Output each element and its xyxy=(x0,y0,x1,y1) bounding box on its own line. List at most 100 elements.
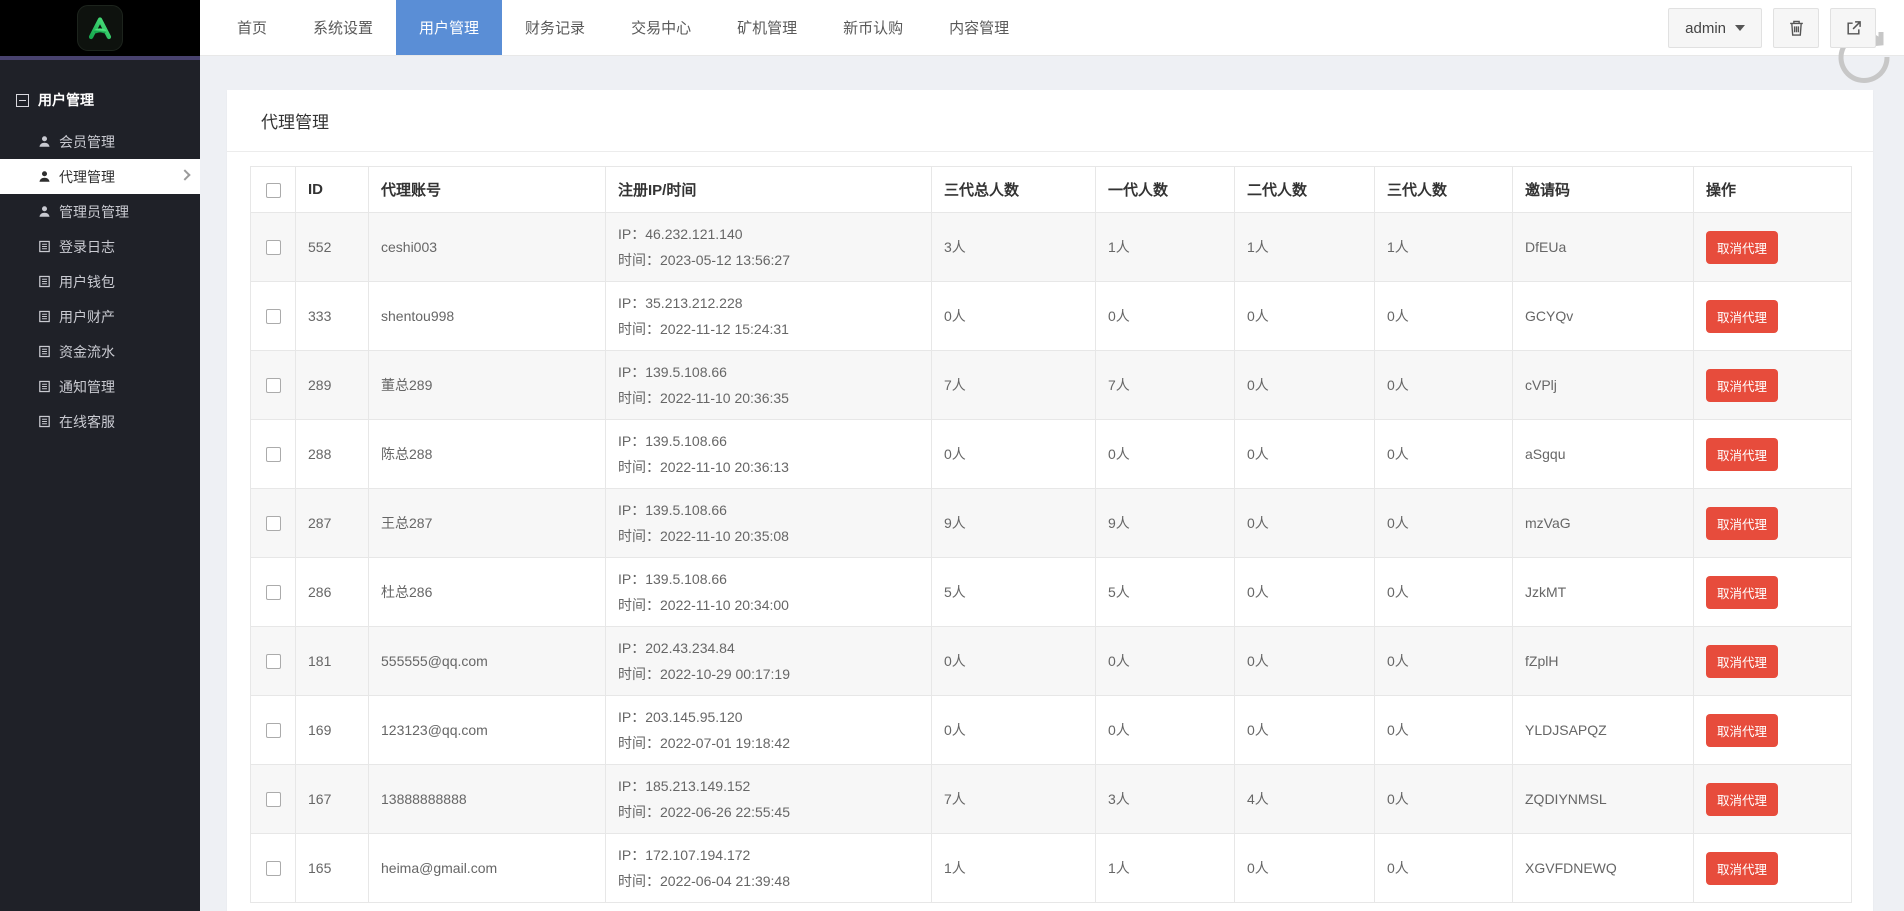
ip-line: IP：35.213.212.228 xyxy=(618,290,919,316)
cell-gen2: 0人 xyxy=(1235,558,1375,627)
row-select-cell xyxy=(251,489,296,558)
cell-ip-time: IP：139.5.108.66时间：2022-11-10 20:34:00 xyxy=(606,558,932,627)
sidebar-item-label: 管理员管理 xyxy=(59,202,129,222)
cell-gen2: 0人 xyxy=(1235,282,1375,351)
cell-account: 董总289 xyxy=(369,351,606,420)
chevron-right-icon xyxy=(179,169,190,180)
row-checkbox[interactable] xyxy=(266,861,281,876)
cell-gen2: 1人 xyxy=(1235,213,1375,282)
cell-id: 288 xyxy=(296,420,369,489)
topbar: 首页系统设置用户管理财务记录交易中心矿机管理新币认购内容管理 admin xyxy=(0,0,1904,56)
row-checkbox[interactable] xyxy=(266,447,281,462)
nav-tab-3[interactable]: 财务记录 xyxy=(502,0,608,55)
table-row: 289董总289IP：139.5.108.66时间：2022-11-10 20:… xyxy=(251,351,1852,420)
document-icon xyxy=(38,275,51,288)
cell-gen-total: 5人 xyxy=(932,558,1096,627)
row-select-cell xyxy=(251,696,296,765)
cell-id: 333 xyxy=(296,282,369,351)
row-checkbox[interactable] xyxy=(266,792,281,807)
table-row: 165heima@gmail.comIP：172.107.194.172时间：2… xyxy=(251,834,1852,903)
nav-tab-2[interactable]: 用户管理 xyxy=(396,0,502,55)
main-content: 代理管理 ID代理账号注册IP/时间三代总人数一代人数二代人数三代人数邀请码操作… xyxy=(200,56,1904,911)
row-checkbox[interactable] xyxy=(266,723,281,738)
sidebar-item-8[interactable]: 在线客服 xyxy=(0,404,200,439)
pagination-summary: 10 条记录 1/1 页 xyxy=(227,903,1873,911)
collapse-icon xyxy=(16,94,29,107)
ip-line: IP：185.213.149.152 xyxy=(618,773,919,799)
select-all-checkbox[interactable] xyxy=(266,183,281,198)
cell-gen-total: 0人 xyxy=(932,696,1096,765)
sidebar-item-1[interactable]: 代理管理 xyxy=(0,159,200,194)
nav-tab-6[interactable]: 新币认购 xyxy=(820,0,926,55)
sidebar-item-label: 用户钱包 xyxy=(59,272,115,292)
ip-line: IP：139.5.108.66 xyxy=(618,566,919,592)
sidebar-item-7[interactable]: 通知管理 xyxy=(0,369,200,404)
cell-actions: 取消代理 xyxy=(1694,558,1852,627)
topbar-actions: admin xyxy=(1668,8,1876,48)
cancel-agent-button[interactable]: 取消代理 xyxy=(1706,300,1778,333)
clear-cache-button[interactable] xyxy=(1773,8,1819,48)
cancel-agent-button[interactable]: 取消代理 xyxy=(1706,852,1778,885)
cell-invite-code: DfEUa xyxy=(1513,213,1694,282)
page-title: 代理管理 xyxy=(261,108,329,133)
cell-invite-code: aSgqu xyxy=(1513,420,1694,489)
cancel-agent-button[interactable]: 取消代理 xyxy=(1706,714,1778,747)
nav-tab-4[interactable]: 交易中心 xyxy=(608,0,714,55)
cell-gen-total: 7人 xyxy=(932,765,1096,834)
row-select-cell xyxy=(251,282,296,351)
cell-id: 286 xyxy=(296,558,369,627)
cancel-agent-button[interactable]: 取消代理 xyxy=(1706,369,1778,402)
ip-line: IP：139.5.108.66 xyxy=(618,428,919,454)
logout-button[interactable] xyxy=(1830,8,1876,48)
cell-ip-time: IP：172.107.194.172时间：2022-06-04 21:39:48 xyxy=(606,834,932,903)
row-checkbox[interactable] xyxy=(266,654,281,669)
table-wrapper: ID代理账号注册IP/时间三代总人数一代人数二代人数三代人数邀请码操作 552c… xyxy=(227,152,1873,903)
cancel-agent-button[interactable]: 取消代理 xyxy=(1706,438,1778,471)
cell-gen2: 0人 xyxy=(1235,696,1375,765)
cancel-agent-button[interactable]: 取消代理 xyxy=(1706,576,1778,609)
sidebar-item-label: 资金流水 xyxy=(59,342,115,362)
cell-invite-code: fZplH xyxy=(1513,627,1694,696)
cancel-agent-button[interactable]: 取消代理 xyxy=(1706,645,1778,678)
sidebar-item-0[interactable]: 会员管理 xyxy=(0,124,200,159)
cell-gen3: 0人 xyxy=(1375,558,1513,627)
nav-tab-0[interactable]: 首页 xyxy=(214,0,290,55)
admin-menu-button[interactable]: admin xyxy=(1668,8,1762,48)
nav-tab-7[interactable]: 内容管理 xyxy=(926,0,1032,55)
card-header: 代理管理 xyxy=(227,90,1873,152)
row-checkbox[interactable] xyxy=(266,240,281,255)
sidebar-item-6[interactable]: 资金流水 xyxy=(0,334,200,369)
agent-management-card: 代理管理 ID代理账号注册IP/时间三代总人数一代人数二代人数三代人数邀请码操作… xyxy=(227,90,1873,911)
nav-tab-5[interactable]: 矿机管理 xyxy=(714,0,820,55)
cell-gen3: 0人 xyxy=(1375,765,1513,834)
ip-line: IP：139.5.108.66 xyxy=(618,497,919,523)
sidebar-item-4[interactable]: 用户钱包 xyxy=(0,264,200,299)
sidebar-item-2[interactable]: 管理员管理 xyxy=(0,194,200,229)
cell-gen1: 1人 xyxy=(1096,834,1235,903)
nav-tab-1[interactable]: 系统设置 xyxy=(290,0,396,55)
cell-gen3: 0人 xyxy=(1375,489,1513,558)
row-checkbox[interactable] xyxy=(266,309,281,324)
cell-gen2: 0人 xyxy=(1235,627,1375,696)
cell-invite-code: ZQDIYNMSL xyxy=(1513,765,1694,834)
sidebar-item-label: 会员管理 xyxy=(59,132,115,152)
row-checkbox[interactable] xyxy=(266,378,281,393)
row-select-cell xyxy=(251,765,296,834)
row-checkbox[interactable] xyxy=(266,516,281,531)
app-logo[interactable] xyxy=(77,5,123,51)
row-checkbox[interactable] xyxy=(266,585,281,600)
sidebar-item-5[interactable]: 用户财产 xyxy=(0,299,200,334)
column-header-6: 三代人数 xyxy=(1375,167,1513,213)
document-icon xyxy=(38,345,51,358)
cell-ip-time: IP：185.213.149.152时间：2022-06-26 22:55:45 xyxy=(606,765,932,834)
cell-gen3: 1人 xyxy=(1375,213,1513,282)
sidebar-group-user-management[interactable]: 用户管理 xyxy=(0,60,200,124)
cell-gen3: 0人 xyxy=(1375,420,1513,489)
cell-gen-total: 9人 xyxy=(932,489,1096,558)
cell-invite-code: GCYQv xyxy=(1513,282,1694,351)
cancel-agent-button[interactable]: 取消代理 xyxy=(1706,231,1778,264)
cancel-agent-button[interactable]: 取消代理 xyxy=(1706,783,1778,816)
cancel-agent-button[interactable]: 取消代理 xyxy=(1706,507,1778,540)
table-row: 181555555@qq.comIP：202.43.234.84时间：2022-… xyxy=(251,627,1852,696)
sidebar-item-3[interactable]: 登录日志 xyxy=(0,229,200,264)
